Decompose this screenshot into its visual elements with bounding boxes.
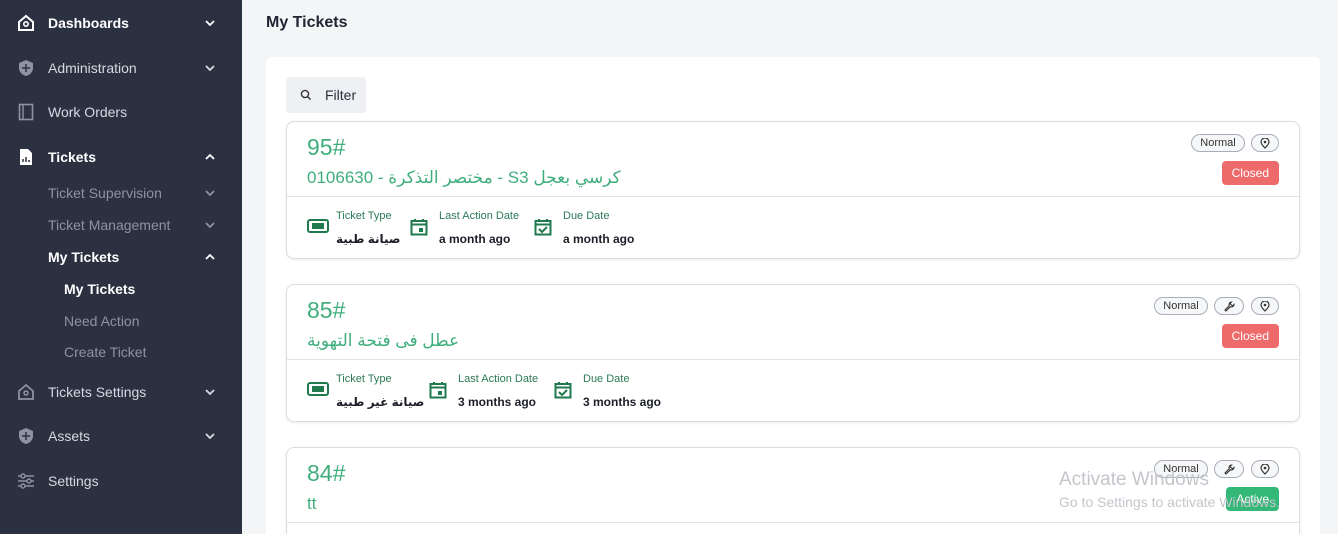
sidebar-item-settings[interactable]: Settings bbox=[0, 466, 242, 496]
ticket-type-field: Ticket Type صيانة طبية bbox=[307, 208, 407, 248]
page-title: My Tickets bbox=[266, 14, 348, 31]
priority-badge: Normal bbox=[1191, 134, 1245, 152]
chevron-down-icon bbox=[204, 17, 216, 29]
sidebar-item-label: Dashboards bbox=[48, 15, 129, 31]
meta-value: 3 months ago bbox=[458, 395, 537, 409]
sliders-icon bbox=[17, 472, 35, 490]
activation-watermark-text: Go to Settings to activate Windows. bbox=[1059, 494, 1280, 510]
sidebar: Dashboards Administration Work Orders Ti… bbox=[0, 0, 242, 534]
ticket-number: 84# bbox=[307, 460, 346, 486]
last-action-field: Last Action Date 3 months ago bbox=[429, 371, 549, 411]
due-date-field: Due Date a month ago bbox=[534, 208, 644, 248]
sidebar-item-administration[interactable]: Administration bbox=[0, 53, 242, 83]
sidebar-item-label: Tickets bbox=[48, 149, 96, 165]
sidebar-subitem-my-tickets[interactable]: My Tickets bbox=[48, 245, 238, 269]
sidebar-item-label: Assets bbox=[48, 428, 91, 444]
meta-label: Last Action Date bbox=[439, 210, 520, 222]
sidebar-item-label: Administration bbox=[48, 60, 137, 76]
status-badge: Closed bbox=[1221, 324, 1279, 348]
wrench-icon[interactable] bbox=[1214, 460, 1244, 478]
card-divider bbox=[287, 359, 1299, 360]
meta-label: Due Date bbox=[563, 210, 610, 222]
search-icon bbox=[300, 88, 312, 106]
meta-value: صيانة طبية bbox=[336, 232, 401, 246]
sidebar-subitem-ticket-supervision[interactable]: Ticket Supervision bbox=[48, 181, 238, 205]
ticket-card[interactable]: 95# مختصر التذكرة - 0106630 - S3 كرسي بع… bbox=[286, 121, 1300, 259]
sidebar-item-label: Settings bbox=[48, 473, 99, 489]
chevron-up-icon bbox=[204, 151, 216, 163]
calendar-check-icon bbox=[554, 381, 572, 404]
sidebar-subitem-label: Ticket Supervision bbox=[48, 185, 162, 201]
sidebar-link-label: My Tickets bbox=[64, 281, 136, 297]
shield-icon bbox=[17, 427, 35, 445]
calendar-check-icon bbox=[534, 218, 552, 241]
due-date-field: Due Date 3 months ago bbox=[554, 371, 674, 411]
meta-value: a month ago bbox=[439, 232, 511, 246]
calendar-icon bbox=[410, 218, 428, 241]
activation-watermark-title: Activate Windows bbox=[1059, 469, 1209, 490]
wrench-icon[interactable] bbox=[1214, 297, 1244, 315]
sidebar-link-label: Create Ticket bbox=[64, 344, 147, 360]
filter-button[interactable]: Filter bbox=[286, 77, 366, 113]
chevron-down-icon bbox=[204, 219, 216, 231]
sidebar-subitem-label: Ticket Management bbox=[48, 217, 171, 233]
ticket-subject: tt bbox=[307, 494, 317, 513]
chevron-down-icon bbox=[204, 386, 216, 398]
card-divider bbox=[287, 522, 1299, 523]
sidebar-item-tickets[interactable]: Tickets bbox=[0, 142, 242, 172]
sidebar-item-label: Tickets Settings bbox=[48, 384, 147, 400]
meta-label: Ticket Type bbox=[336, 373, 392, 385]
location-icon[interactable] bbox=[1251, 460, 1279, 478]
sidebar-subitem-ticket-management[interactable]: Ticket Management bbox=[48, 213, 238, 237]
sidebar-item-dashboards[interactable]: Dashboards bbox=[0, 8, 242, 38]
priority-badge: Normal bbox=[1154, 297, 1208, 315]
sidebar-link-my-tickets[interactable]: My Tickets bbox=[64, 278, 234, 300]
file-chart-icon bbox=[17, 148, 35, 166]
meta-label: Last Action Date bbox=[458, 373, 539, 385]
sidebar-link-need-action[interactable]: Need Action bbox=[64, 310, 234, 332]
meta-value: 3 months ago bbox=[583, 395, 662, 409]
ticket-icon bbox=[307, 218, 329, 239]
shield-icon bbox=[17, 59, 35, 77]
location-icon[interactable] bbox=[1251, 134, 1279, 152]
sidebar-subitem-label: My Tickets bbox=[48, 249, 120, 265]
sidebar-link-create-ticket[interactable]: Create Ticket bbox=[64, 341, 234, 363]
chevron-up-icon bbox=[204, 251, 216, 263]
last-action-field: Last Action Date a month ago bbox=[410, 208, 530, 248]
meta-label: Due Date bbox=[583, 373, 630, 385]
calendar-icon bbox=[429, 381, 447, 404]
chevron-down-icon bbox=[204, 187, 216, 199]
sidebar-item-tickets-settings[interactable]: Tickets Settings bbox=[0, 377, 242, 407]
ticket-subject: عطل فى فتحة التهوية bbox=[307, 331, 460, 350]
document-icon bbox=[17, 103, 35, 121]
status-badge: Closed bbox=[1221, 161, 1279, 185]
meta-label: Ticket Type bbox=[336, 210, 392, 222]
meta-value: a month ago bbox=[563, 232, 635, 246]
sidebar-item-label: Work Orders bbox=[48, 104, 128, 120]
meta-value: صيانة غير طبية bbox=[336, 395, 425, 409]
chevron-down-icon bbox=[204, 430, 216, 442]
sidebar-item-assets[interactable]: Assets bbox=[0, 421, 242, 451]
home-settings-icon bbox=[17, 383, 35, 401]
filter-label: Filter bbox=[325, 87, 357, 103]
ticket-subject: مختصر التذكرة - 0106630 - S3 كرسي بعجل bbox=[307, 168, 621, 187]
ticket-card[interactable]: 85# عطل فى فتحة التهوية Normal Closed Ti… bbox=[286, 284, 1300, 422]
ticket-number: 85# bbox=[307, 297, 346, 323]
ticket-type-field: Ticket Type صيانة غير طبية bbox=[307, 371, 427, 411]
sidebar-item-work-orders[interactable]: Work Orders bbox=[0, 97, 242, 127]
sidebar-link-label: Need Action bbox=[64, 313, 140, 329]
location-icon[interactable] bbox=[1251, 297, 1279, 315]
chevron-down-icon bbox=[204, 62, 216, 74]
ticket-icon bbox=[307, 381, 329, 402]
ticket-number: 95# bbox=[307, 134, 346, 160]
card-divider bbox=[287, 196, 1299, 197]
home-icon bbox=[17, 14, 35, 32]
